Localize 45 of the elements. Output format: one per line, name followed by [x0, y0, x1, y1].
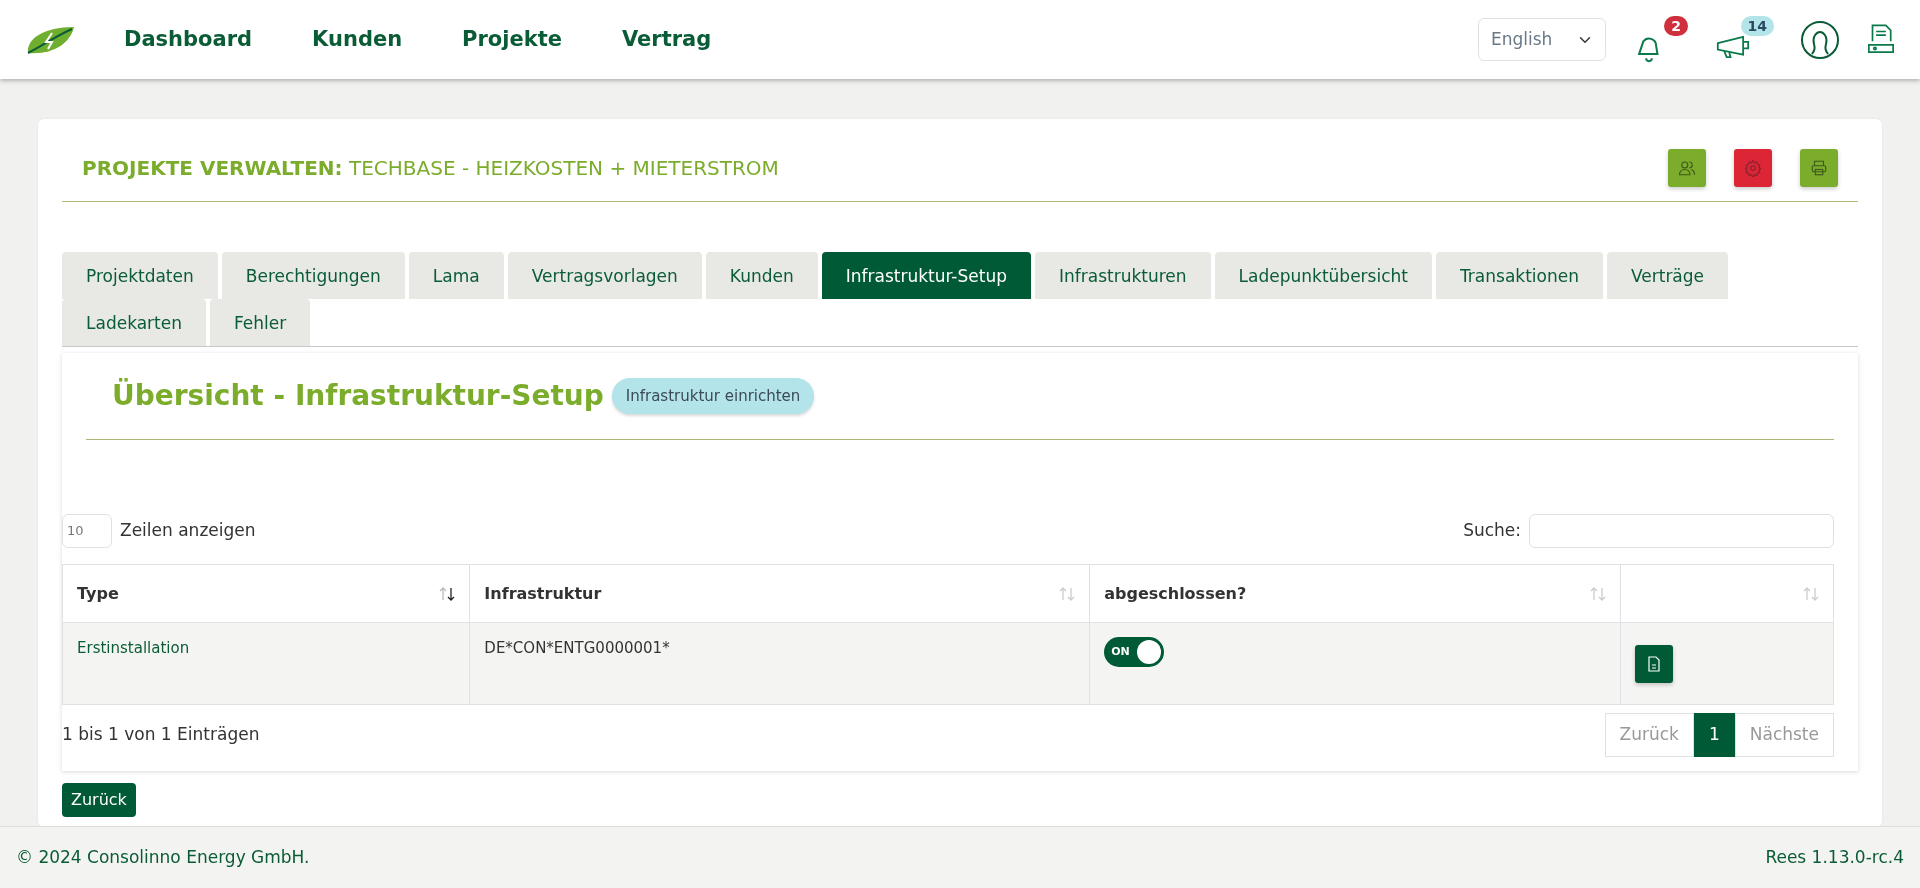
search-label: Suche: [1463, 519, 1521, 543]
page-length-select[interactable]: 10 [62, 514, 112, 548]
tab[interactable]: Projektdaten [62, 252, 218, 299]
notification-badge: 2 [1664, 15, 1688, 36]
toggle-switch[interactable]: ON [1104, 637, 1165, 667]
document-button[interactable] [1635, 645, 1674, 683]
nav-link[interactable]: Projekte [462, 23, 562, 56]
section-title: Übersicht - Infrastruktur-Setup [112, 377, 604, 414]
copyright-text: © 2024 Consolinno Energy GmbH. [16, 845, 310, 869]
user-avatar-icon[interactable] [1800, 19, 1840, 60]
tab[interactable]: Infrastruktur-Setup [821, 252, 1031, 299]
language-select[interactable]: English [1478, 18, 1606, 61]
print-button[interactable] [1800, 149, 1838, 187]
settings-icon [1744, 159, 1762, 177]
tab[interactable]: Vertragsvorlagen [507, 252, 702, 299]
table-info: 1 bis 1 von 1 Einträgen [62, 723, 260, 746]
setup-infrastructure-button[interactable]: Infrastruktur einrichten [611, 377, 815, 415]
column-header: Type [77, 582, 119, 605]
document-icon [1647, 656, 1662, 672]
tab[interactable]: Ladekarten [62, 299, 206, 346]
nav-link[interactable]: Kunden [312, 23, 403, 56]
tab[interactable]: Transaktionen [1435, 252, 1603, 299]
nav-link[interactable]: Dashboard [124, 23, 253, 56]
page-title: PROJEKTE VERWALTEN: TECHBASE - HEIZKOSTEN + MIETERSTROM [82, 155, 779, 182]
sort-icon[interactable] [439, 586, 456, 601]
table-cell: DE*CON*ENTG0000001* [484, 639, 670, 657]
column-header: abgeschlossen? [1104, 582, 1247, 605]
tab[interactable]: Ladepunktübersicht [1214, 252, 1432, 299]
version-text: Rees 1.13.0-rc.4 [1765, 845, 1904, 869]
tab[interactable]: Infrastrukturen [1035, 252, 1211, 299]
page-length-label: Zeilen anzeigen [120, 519, 256, 543]
tab[interactable]: Berechtigungen [221, 252, 405, 299]
users-icon [1678, 159, 1696, 177]
search-field[interactable] [1529, 514, 1834, 548]
tab[interactable]: Kunden [705, 252, 818, 299]
pagination-button[interactable]: 1 [1693, 713, 1735, 757]
tab[interactable]: Verträge [1606, 252, 1729, 299]
nav-link[interactable]: Vertrag [622, 23, 712, 56]
back-button[interactable]: Zurück [62, 782, 136, 817]
tab[interactable]: Lama [408, 252, 504, 299]
print-icon [1810, 159, 1828, 177]
type-link[interactable]: Erstinstallation [77, 639, 190, 657]
news-badge: 14 [1740, 15, 1774, 36]
column-header: Infrastruktur [484, 582, 602, 605]
tab[interactable]: Fehler [210, 299, 311, 346]
